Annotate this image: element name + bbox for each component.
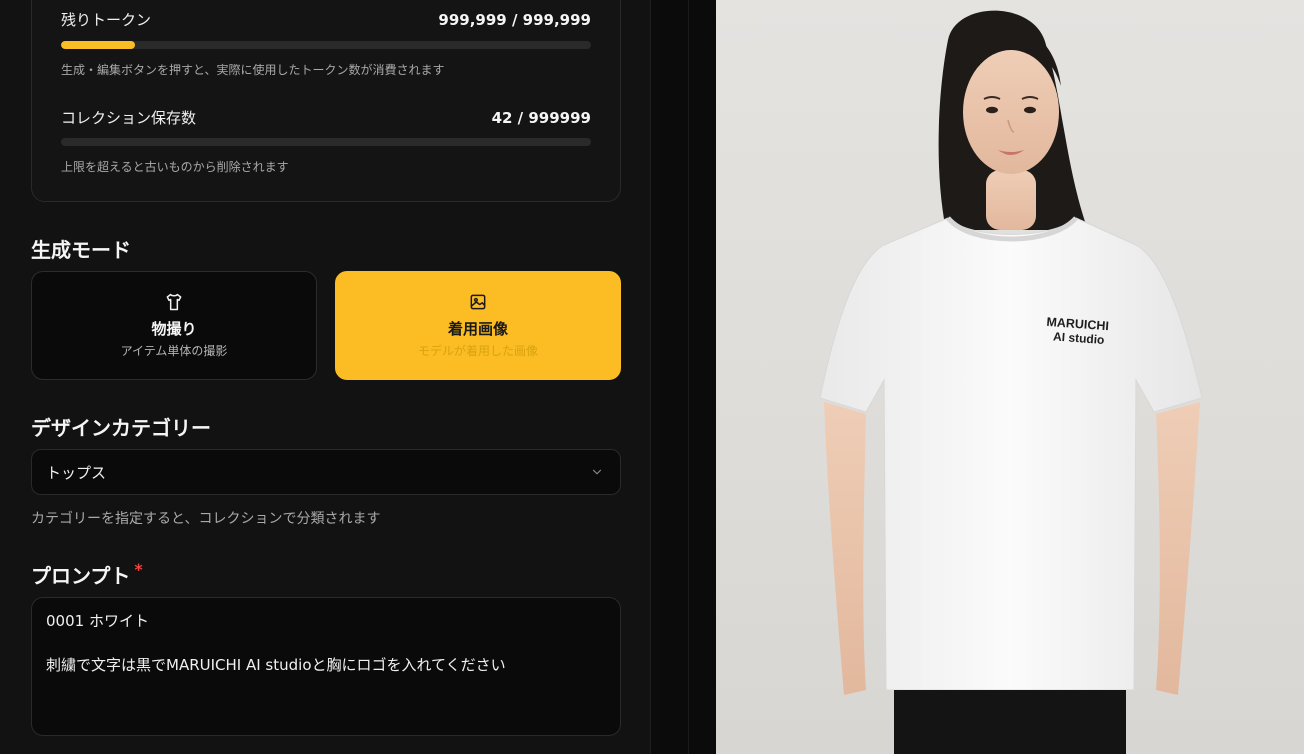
prompt-line: 0001 ホワイト	[46, 612, 149, 630]
neck	[986, 170, 1036, 230]
image-icon	[470, 294, 486, 310]
generated-image-preview: MARUICHI AI studio	[716, 0, 1304, 754]
prompt-textarea[interactable]: 0001 ホワイト 刺繍で文字は黒でMARUICHI AI studioと胸にロ…	[31, 597, 621, 736]
white-tshirt	[819, 217, 1203, 691]
design-category-select[interactable]: トップス	[31, 449, 621, 495]
collection-usage-value: 42 / 999999	[491, 108, 591, 127]
chevron-down-icon	[592, 469, 602, 475]
token-usage-label: 残りトークン	[61, 11, 152, 29]
prompt-line: 刺繍で文字は黒でMARUICHI AI studioと胸にロゴを入れてください	[46, 656, 506, 674]
design-category-title: デザインカテゴリー	[31, 416, 211, 440]
usage-card: 残りトークン 999,999 / 999,999 生成・編集ボタンを押すと、実際…	[31, 0, 621, 202]
mode-product-shot-subtitle: アイテム単体の撮影	[120, 344, 228, 358]
required-mark: *	[134, 560, 143, 579]
mode-model-wearing-subtitle: モデルが着用した画像	[417, 344, 538, 358]
design-category-hint: カテゴリーを指定すると、コレクションで分類されます	[31, 511, 381, 527]
design-category-value: トップス	[46, 463, 107, 482]
settings-panel: 残りトークン 999,999 / 999,999 生成・編集ボタンを押すと、実際…	[0, 0, 650, 754]
right-eye	[1024, 106, 1036, 114]
face	[963, 50, 1059, 174]
collection-usage-hint: 上限を超えると古いものから削除されます	[61, 160, 289, 174]
collection-usage-bar	[61, 138, 591, 146]
prompt-title: プロンプト *	[31, 560, 143, 589]
prompt-title-label: プロンプト	[31, 564, 131, 588]
token-usage-bar-fill	[61, 41, 136, 49]
token-usage-hint: 生成・編集ボタンを押すと、実際に使用したトークン数が消費されます	[61, 63, 445, 77]
black-pants	[894, 690, 1126, 754]
left-eye	[986, 106, 998, 114]
generation-mode-title: 生成モード	[31, 238, 131, 262]
model-photo: MARUICHI AI studio	[819, 10, 1203, 754]
mode-product-shot-title: 物撮り	[151, 320, 197, 338]
token-usage-value: 999,999 / 999,999	[438, 10, 591, 29]
token-usage-row: 残りトークン 999,999 / 999,999	[61, 9, 591, 30]
collection-usage-row: コレクション保存数 42 / 999999	[61, 107, 591, 128]
right-arm	[1156, 402, 1200, 695]
collection-usage-label: コレクション保存数	[61, 109, 197, 127]
mode-model-wearing-button[interactable]: 着用画像 モデルが着用した画像	[335, 271, 621, 380]
scrollbar-track[interactable]	[688, 0, 689, 754]
panel-divider	[650, 0, 716, 754]
mode-model-wearing-title: 着用画像	[447, 320, 508, 338]
mode-product-shot-button[interactable]: 物撮り アイテム単体の撮影	[31, 271, 317, 380]
prompt-line	[46, 632, 606, 654]
app-root: 残りトークン 999,999 / 999,999 生成・編集ボタンを押すと、実際…	[0, 0, 1304, 754]
token-usage-bar	[61, 41, 591, 49]
shirt-icon	[166, 293, 182, 311]
left-arm	[824, 402, 866, 695]
